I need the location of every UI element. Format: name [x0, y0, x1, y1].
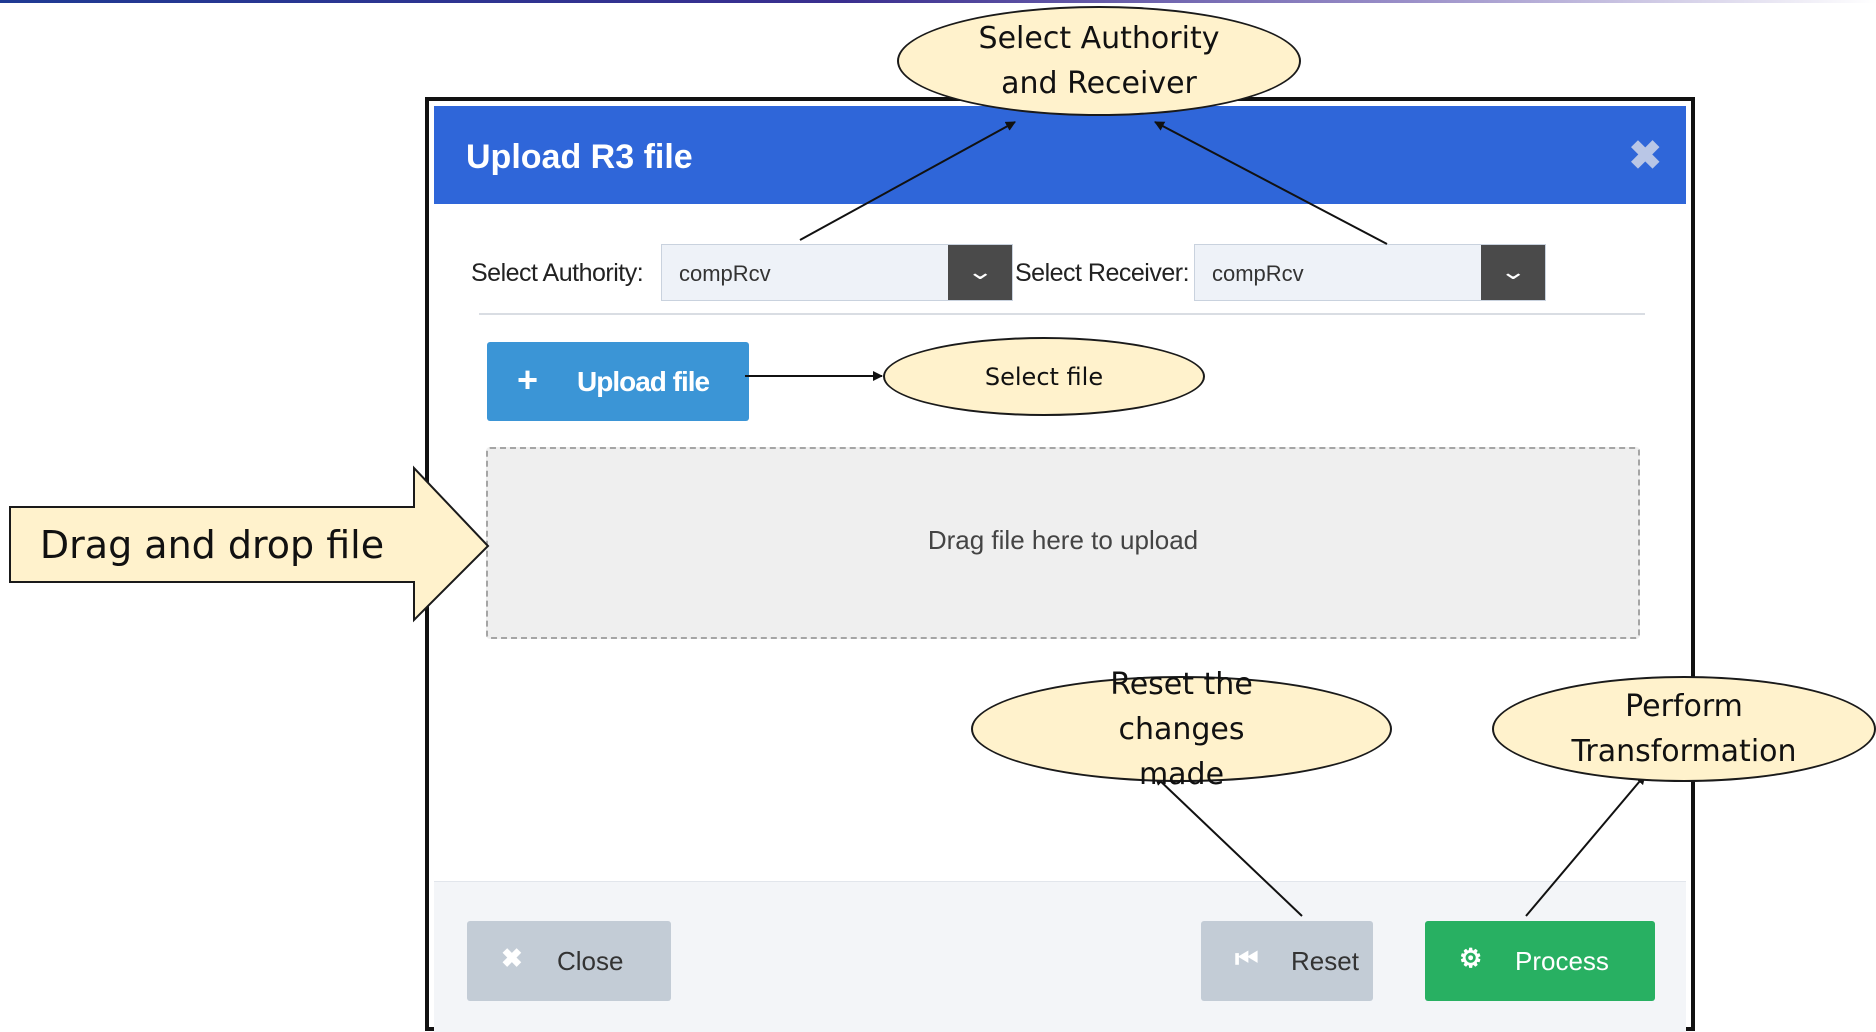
callout-process: Perform Transformation	[1492, 676, 1876, 782]
arrow-process	[1525, 774, 1646, 917]
arrow-authority	[799, 121, 1016, 241]
callout-select-authority-receiver: Select Authority and Receiver	[897, 6, 1301, 116]
arrow-receiver	[1154, 121, 1388, 245]
callout-reset: Reset the changes made	[971, 667, 1392, 792]
drag-drop-callout-text: Drag and drop file	[39, 522, 385, 567]
callout-select-file: Select file	[883, 337, 1205, 416]
arrow-reset	[1154, 775, 1303, 917]
